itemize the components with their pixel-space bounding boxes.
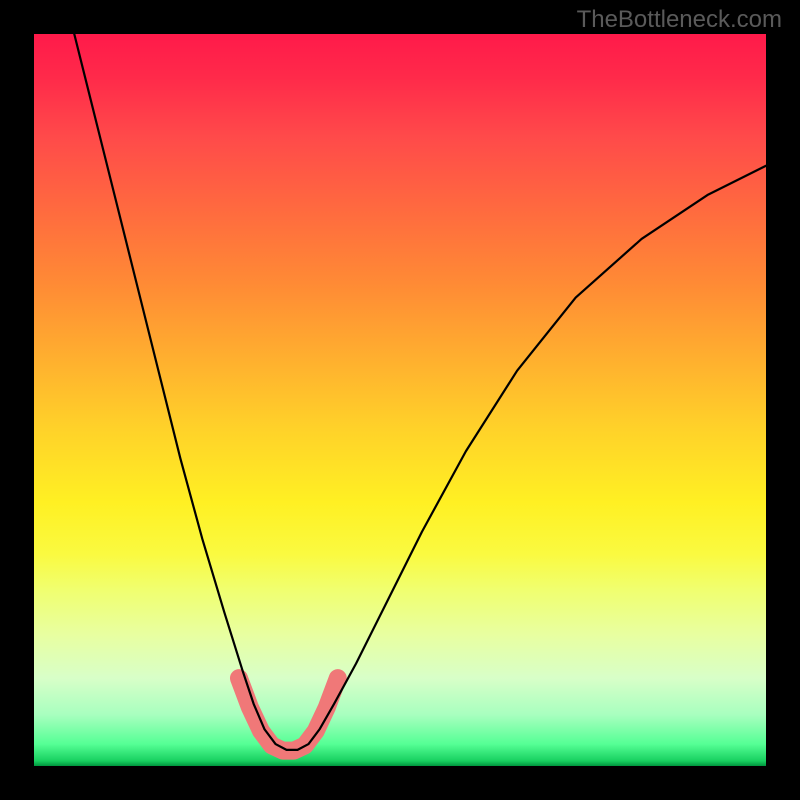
- chart-plot-area: [34, 34, 766, 766]
- watermark: TheBottleneck.com: [577, 6, 782, 34]
- black-curve: [74, 34, 766, 750]
- chart-lines: [34, 34, 766, 766]
- pink-curve: [239, 678, 338, 750]
- chart-container: TheBottleneck.com: [0, 0, 800, 800]
